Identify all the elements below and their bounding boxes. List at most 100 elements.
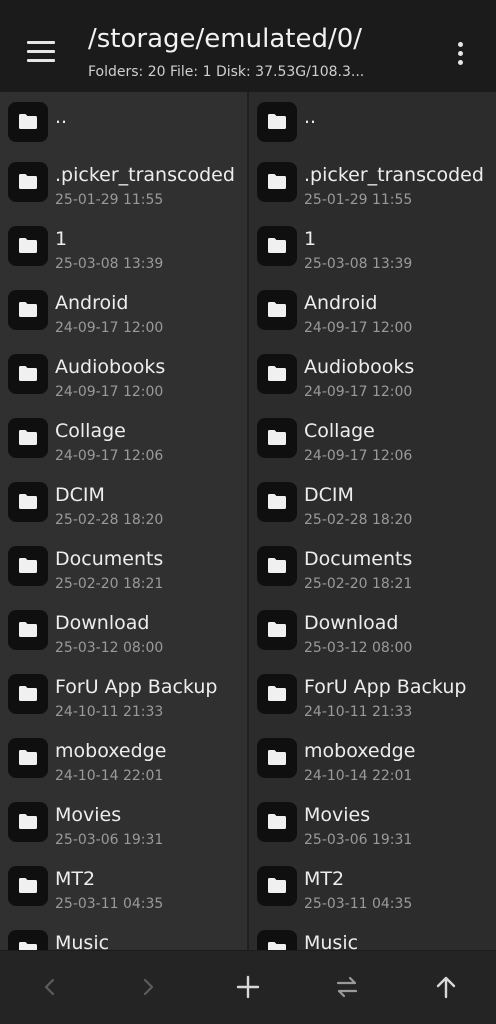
folder-date: 25-02-20 18:21 [55, 576, 164, 592]
folder-icon [8, 290, 48, 330]
folder-name: Android [55, 292, 129, 314]
left-pane[interactable]: .. .picker_transcoded 25-01-29 11:55 1 25-03… [0, 92, 247, 950]
bottom-toolbar [0, 950, 496, 1024]
folder-date: 25-03-06 19:31 [55, 832, 164, 848]
folder-icon [8, 482, 48, 522]
folder-row[interactable]: Music [249, 920, 496, 950]
folder-name: Download [304, 612, 399, 634]
folder-date: 24-09-17 12:06 [55, 448, 164, 464]
folder-row[interactable]: moboxedge 24-10-14 22:01 [249, 728, 496, 792]
folder-row[interactable]: Audiobooks 24-09-17 12:00 [0, 344, 247, 408]
folder-date: 25-01-29 11:55 [304, 192, 413, 208]
folder-icon [257, 738, 297, 778]
folder-icon [8, 674, 48, 714]
folder-icon [257, 930, 297, 950]
folder-row[interactable]: Download 25-03-12 08:00 [249, 600, 496, 664]
new-item-button[interactable] [224, 963, 272, 1011]
folder-date: 24-10-14 22:01 [304, 768, 413, 784]
folder-icon [257, 482, 297, 522]
parent-directory-row[interactable]: .. [0, 92, 247, 152]
folder-icon [8, 610, 48, 650]
folder-icon [8, 546, 48, 586]
dual-pane-container: .. .picker_transcoded 25-01-29 11:55 1 25-03… [0, 92, 496, 950]
folder-date: 24-09-17 12:06 [304, 448, 413, 464]
folder-icon [257, 866, 297, 906]
folder-date: 24-10-11 21:33 [55, 704, 164, 720]
folder-name: Music [304, 932, 359, 950]
swap-icon [336, 976, 358, 998]
folder-name: ForU App Backup [55, 676, 218, 698]
folder-row[interactable]: 1 25-03-08 13:39 [249, 216, 496, 280]
folder-row[interactable]: moboxedge 24-10-14 22:01 [0, 728, 247, 792]
folder-row[interactable]: 1 25-03-08 13:39 [0, 216, 247, 280]
parent-folder-button[interactable] [422, 963, 470, 1011]
hamburger-menu-icon[interactable] [22, 34, 62, 70]
folder-icon [257, 418, 297, 458]
folder-row[interactable]: MT2 25-03-11 04:35 [0, 856, 247, 920]
folder-date: 25-03-06 19:31 [304, 832, 413, 848]
folder-row[interactable]: Audiobooks 24-09-17 12:00 [249, 344, 496, 408]
folder-icon [8, 930, 48, 950]
folder-date: 24-09-17 12:00 [55, 320, 164, 336]
folder-date: 25-02-28 18:20 [55, 512, 164, 528]
folder-row[interactable]: Download 25-03-12 08:00 [0, 600, 247, 664]
folder-date: 24-09-17 12:00 [304, 384, 413, 400]
folder-row[interactable]: DCIM 25-02-28 18:20 [0, 472, 247, 536]
folder-row[interactable]: DCIM 25-02-28 18:20 [249, 472, 496, 536]
folder-icon [257, 354, 297, 394]
folder-row[interactable]: Android 24-09-17 12:00 [0, 280, 247, 344]
folder-icon [8, 802, 48, 842]
folder-row[interactable]: Documents 25-02-20 18:21 [249, 536, 496, 600]
folder-icon [8, 866, 48, 906]
folder-icon [8, 738, 48, 778]
folder-date: 24-09-17 12:00 [55, 384, 164, 400]
folder-date: 25-03-08 13:39 [55, 256, 164, 272]
folder-row[interactable]: ForU App Backup 24-10-11 21:33 [249, 664, 496, 728]
folder-icon [257, 102, 297, 142]
folder-row[interactable]: Movies 25-03-06 19:31 [249, 792, 496, 856]
folder-row[interactable]: ForU App Backup 24-10-11 21:33 [0, 664, 247, 728]
folder-row[interactable]: Collage 24-09-17 12:06 [249, 408, 496, 472]
folder-date: 25-03-12 08:00 [55, 640, 164, 656]
folder-date: 24-10-11 21:33 [304, 704, 413, 720]
folder-name: Android [304, 292, 378, 314]
folder-name: Documents [304, 548, 413, 570]
folder-icon [257, 290, 297, 330]
folder-name: 1 [55, 228, 68, 250]
folder-row[interactable]: Documents 25-02-20 18:21 [0, 536, 247, 600]
more-options-icon[interactable] [446, 36, 476, 72]
folder-name: DCIM [55, 484, 105, 506]
folder-icon [8, 102, 48, 142]
swap-panes-button[interactable] [323, 963, 371, 1011]
folder-date: 25-02-28 18:20 [304, 512, 413, 528]
folder-row[interactable]: Movies 25-03-06 19:31 [0, 792, 247, 856]
folder-row[interactable]: MT2 25-03-11 04:35 [249, 856, 496, 920]
folder-icon [257, 802, 297, 842]
back-button[interactable] [26, 963, 74, 1011]
folder-row[interactable]: .picker_transcoded 25-01-29 11:55 [0, 152, 247, 216]
arrow-up-icon [436, 976, 456, 999]
folder-name: moboxedge [304, 740, 416, 762]
folder-name: moboxedge [55, 740, 167, 762]
folder-date: 25-02-20 18:21 [304, 576, 413, 592]
folder-name: Audiobooks [55, 356, 166, 378]
folder-name: DCIM [304, 484, 354, 506]
folder-name: MT2 [304, 868, 345, 890]
folder-date: 24-09-17 12:00 [304, 320, 413, 336]
folder-row[interactable]: Music [0, 920, 247, 950]
folder-date: 25-01-29 11:55 [55, 192, 164, 208]
folder-icon [257, 610, 297, 650]
folder-row[interactable]: .picker_transcoded 25-01-29 11:55 [249, 152, 496, 216]
folder-name: MT2 [55, 868, 96, 890]
folder-name: Documents [55, 548, 164, 570]
chevron-left-icon [44, 978, 55, 996]
parent-directory-row[interactable]: .. [249, 92, 496, 152]
storage-stats: Folders: 20 File: 1 Disk: 37.53G/108.3..… [88, 64, 365, 80]
folder-row[interactable]: Android 24-09-17 12:00 [249, 280, 496, 344]
forward-button[interactable] [124, 963, 172, 1011]
folder-row[interactable]: Collage 24-09-17 12:06 [0, 408, 247, 472]
folder-name: Download [55, 612, 150, 634]
right-pane[interactable]: .. .picker_transcoded 25-01-29 11:55 1 25-03… [249, 92, 496, 950]
folder-date: 24-10-14 22:01 [55, 768, 164, 784]
folder-icon [8, 226, 48, 266]
